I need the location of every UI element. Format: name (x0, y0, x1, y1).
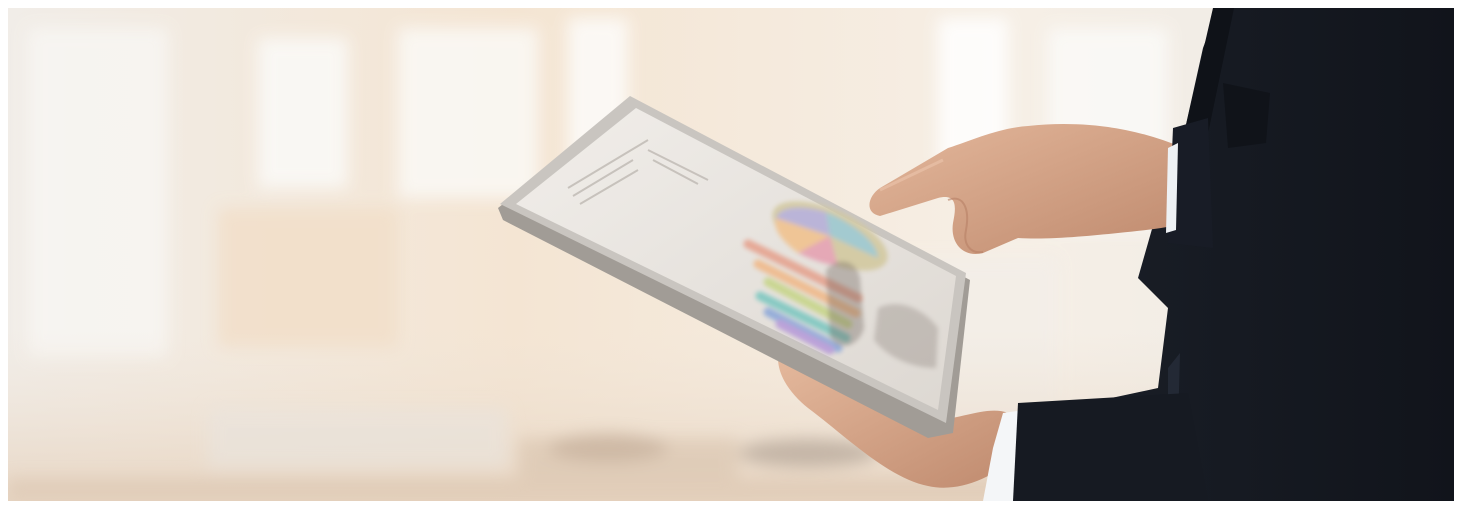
office-photo (8, 8, 1454, 501)
photo-frame (8, 8, 1454, 501)
